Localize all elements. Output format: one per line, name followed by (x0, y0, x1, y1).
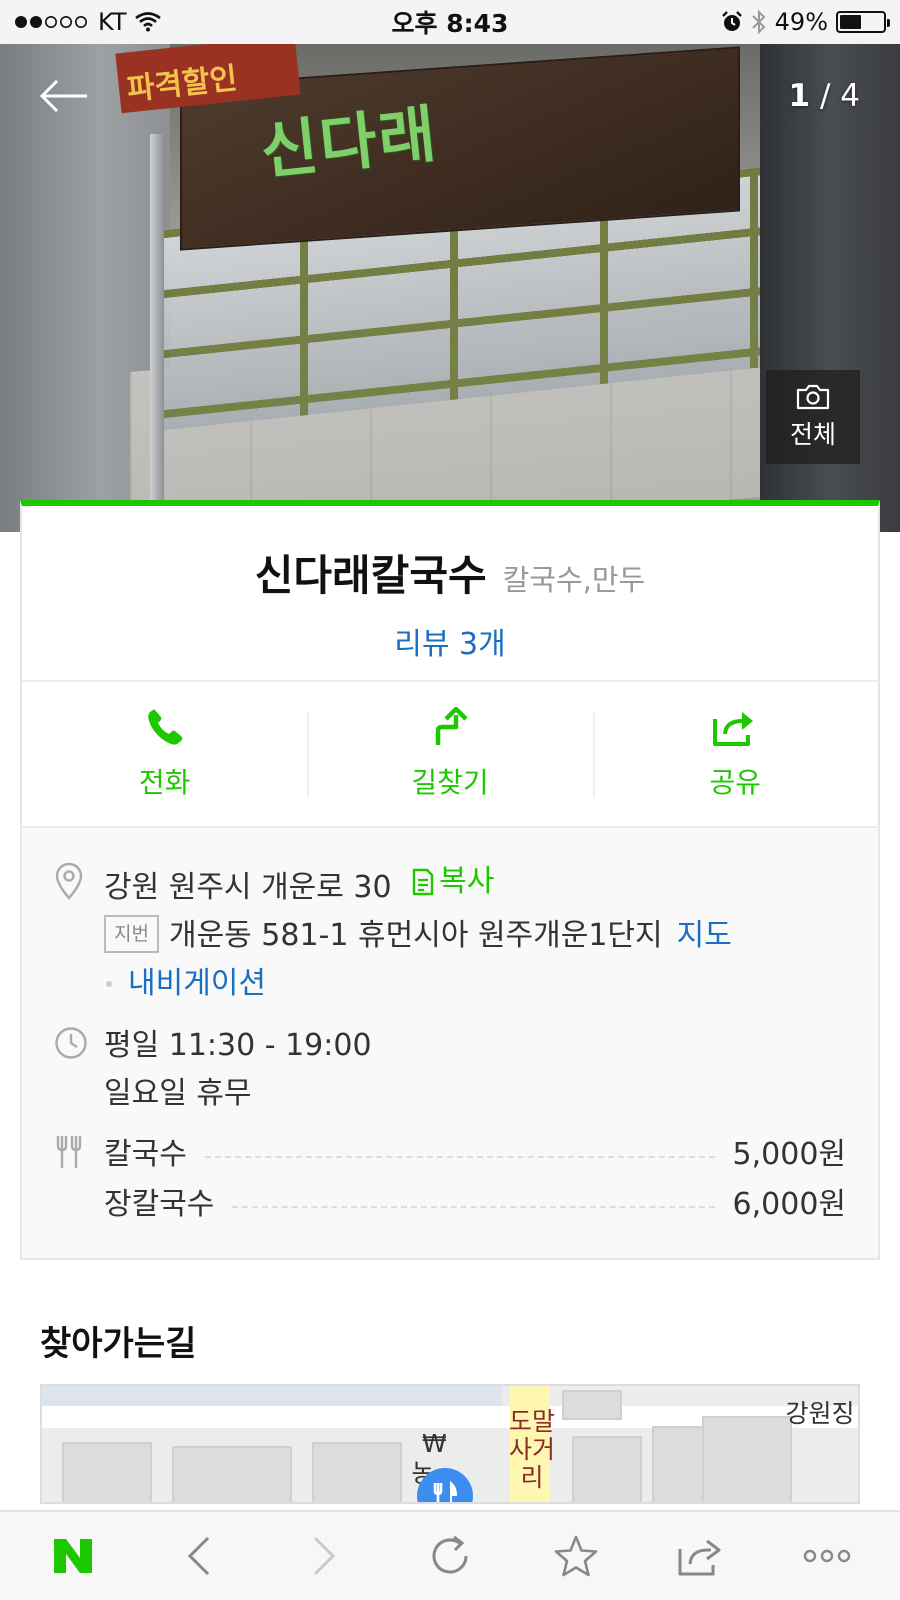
map-label-crossing: 도말 사거리 (508, 1407, 555, 1492)
map-label-right: 강원징 (785, 1399, 855, 1428)
battery-icon (836, 11, 890, 33)
chevron-right-icon (314, 1536, 336, 1576)
battery-percent: 49% (774, 8, 828, 36)
menu-item: 장칼국수 6,000원 (104, 1180, 846, 1230)
carrier-name: KT (98, 8, 127, 36)
more-dots-icon (803, 1549, 851, 1563)
alarm-icon (721, 11, 742, 31)
map-building (312, 1442, 402, 1502)
all-photos-label: 전체 (789, 420, 836, 449)
chevron-left-icon (187, 1536, 209, 1576)
menu-item: 칼국수 5,000원 (104, 1130, 846, 1180)
share-label: 공유 (709, 766, 762, 799)
bookmark-button[interactable] (541, 1521, 611, 1591)
place-info-card: 신다래칼국수 칼국수,만두 리뷰 3개 전화 길찾기 공유 강원 원주시 개운로… (20, 500, 880, 1260)
naver-home-button[interactable] (38, 1521, 108, 1591)
map-building (572, 1436, 642, 1502)
status-bar: KT 오후 8:43 49% (0, 0, 900, 44)
all-photos-button[interactable]: 전체 (766, 370, 860, 464)
share-icon (713, 712, 754, 746)
directions-icon (435, 707, 468, 745)
photo-pipe (150, 134, 164, 532)
map-building (62, 1442, 152, 1502)
directions-section-title: 찾아가는길 (40, 1324, 197, 1364)
map-building (702, 1416, 792, 1502)
menu-item-name: 칼국수 (104, 1137, 187, 1172)
share-page-icon (678, 1539, 721, 1576)
action-bar: 전화 길찾기 공유 (22, 682, 878, 828)
place-photo[interactable]: 신다래 파격할인 (0, 44, 900, 532)
hours-closed: 일요일 휴무 (104, 1076, 252, 1111)
battery-fill (840, 15, 861, 29)
jibun-badge: 지번 (104, 914, 159, 953)
share-page-button[interactable] (666, 1521, 736, 1591)
bullet-dot (106, 981, 112, 987)
menu-leader-line (232, 1206, 715, 1208)
menu-item-price: 6,000원 (732, 1187, 846, 1222)
fork-knife-icon (56, 1136, 82, 1168)
forward-nav-button[interactable] (289, 1521, 359, 1591)
status-bar-left: KT (14, 8, 161, 36)
browser-toolbar (0, 1510, 900, 1600)
place-details: 강원 원주시 개운로 30 복사 지번 개운동 581-1 휴먼시아 원주개운1단… (22, 828, 878, 1258)
arrow-left-icon (39, 79, 87, 113)
wifi-icon (134, 12, 161, 32)
map-link[interactable]: 지도 (677, 918, 732, 953)
call-label: 전화 (138, 766, 191, 799)
back-nav-button[interactable] (164, 1521, 234, 1591)
copy-address-button[interactable]: 복사 (411, 858, 494, 906)
reload-button[interactable] (415, 1521, 485, 1591)
hours-row: 평일 11:30 - 19:00 일요일 휴무 (54, 1022, 846, 1118)
share-button[interactable]: 공유 (592, 682, 878, 826)
phone-icon (147, 709, 182, 745)
hours-weekday: 평일 11:30 - 19:00 (104, 1028, 372, 1063)
signal-strength-icon (15, 16, 87, 28)
status-bar-right: 49% (721, 8, 890, 36)
location-pin-icon (55, 862, 83, 900)
call-button[interactable]: 전화 (22, 682, 307, 826)
map-water-area (42, 1386, 502, 1406)
menu-leader-line (204, 1156, 715, 1158)
place-category: 칼국수,만두 (502, 563, 646, 597)
bluetooth-icon (751, 9, 766, 35)
back-button[interactable] (36, 68, 92, 124)
place-title-block: 신다래칼국수 칼국수,만두 리뷰 3개 (22, 506, 878, 682)
map-building (172, 1446, 292, 1502)
map-label-bank-symbol: ₩ (422, 1429, 447, 1458)
clock-icon (55, 1027, 87, 1059)
reload-icon (432, 1535, 468, 1574)
more-menu-button[interactable] (792, 1521, 862, 1591)
navigation-link[interactable]: 내비게이션 (128, 960, 266, 1008)
map-building (562, 1390, 622, 1420)
menu-item-price: 5,000원 (732, 1137, 846, 1172)
directions-label: 길찾기 (411, 766, 489, 799)
directions-map[interactable]: 도말 사거리 강원징 ₩ 농 (40, 1384, 860, 1504)
photo-counter-current: 1 (788, 78, 811, 114)
naver-logo-icon (53, 1539, 92, 1573)
menu-row: 칼국수 5,000원 장칼국수 6,000원 (54, 1130, 846, 1230)
place-name: 신다래칼국수 (254, 551, 487, 600)
star-icon (554, 1535, 597, 1577)
copy-icon (412, 868, 434, 896)
road-address: 강원 원주시 개운로 30 (104, 870, 392, 905)
photo-counter: 1 / 4 (789, 78, 860, 114)
review-count-link[interactable]: 리뷰 3개 (394, 619, 505, 663)
photo-counter-total: / 4 (819, 78, 860, 114)
restaurant-icon (433, 1481, 458, 1502)
menu-item-name: 장칼국수 (104, 1187, 215, 1222)
address-row: 강원 원주시 개운로 30 복사 지번 개운동 581-1 휴먼시아 원주개운1단… (54, 858, 846, 1008)
jibun-address: 개운동 581-1 휴먼시아 원주개운1단지 (168, 918, 663, 953)
photo-sign-text: 신다래 (257, 96, 442, 189)
camera-icon (796, 384, 830, 410)
directions-button[interactable]: 길찾기 (307, 682, 592, 826)
copy-label: 복사 (439, 864, 495, 899)
